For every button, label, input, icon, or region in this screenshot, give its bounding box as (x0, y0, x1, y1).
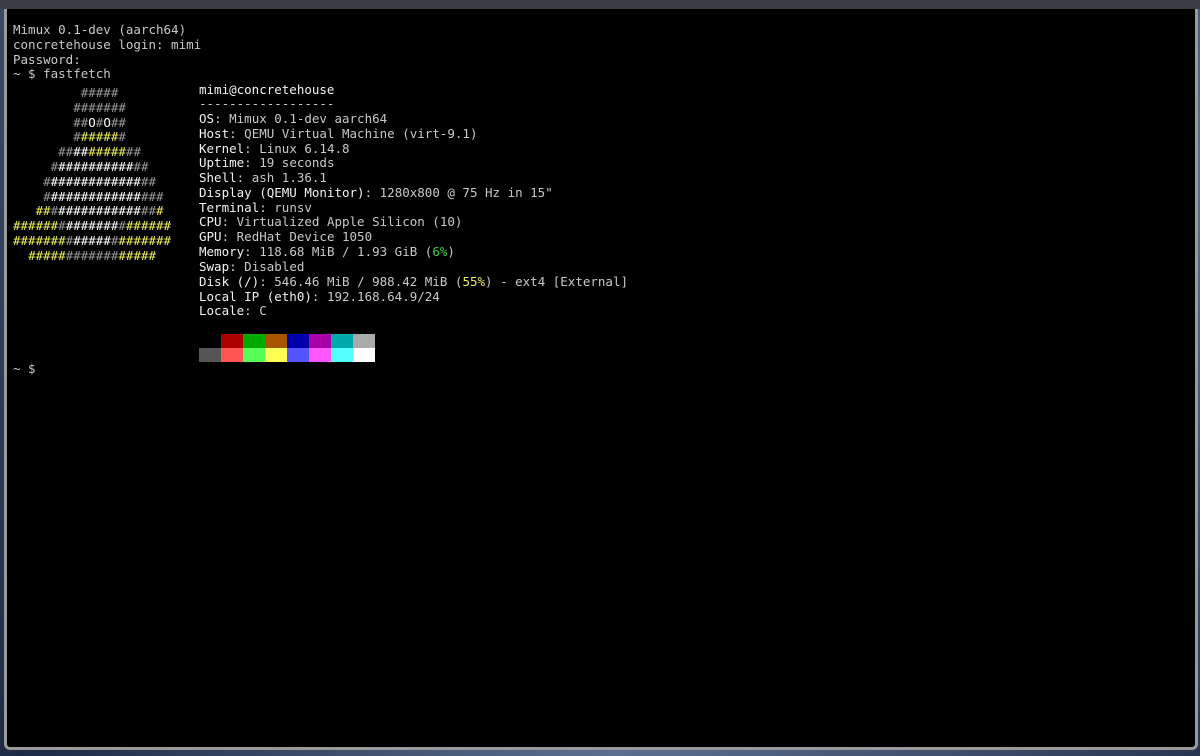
shell-prompt[interactable]: ~ $ (13, 361, 36, 377)
info-row: CPU: Virtualized Apple Silicon (10) (199, 214, 463, 230)
palette-swatch (331, 348, 353, 362)
palette-swatch (309, 334, 331, 348)
distro-logo-ascii: ##### ####### ##O#O## ####### ##########… (13, 85, 172, 263)
info-row: Uptime: 19 seconds (199, 155, 335, 171)
info-key: Display (QEMU Monitor) (199, 184, 365, 200)
color-palette (199, 334, 375, 362)
memory-key: Memory (199, 244, 245, 259)
palette-swatch (287, 348, 309, 362)
info-key: CPU (199, 214, 222, 230)
info-value: runsv (274, 199, 312, 215)
memory-percent: 6% (432, 244, 448, 259)
swap-key: Swap (199, 259, 230, 274)
info-key: GPU (199, 229, 222, 244)
terminal-window[interactable]: Mimux 0.1-dev (aarch64) concretehouse lo… (4, 9, 1198, 750)
palette-row-normal (199, 334, 375, 348)
info-key: Terminal (199, 199, 260, 215)
info-row: Display (QEMU Monitor): 1280x800 @ 75 Hz… (199, 184, 553, 200)
prompt-command: ~ $ fastfetch (13, 66, 111, 81)
memory-row: Memory: 118.68 MiB / 1.93 GiB (6%) (199, 244, 455, 259)
info-value: 1280x800 @ 75 Hz in 15" (379, 184, 553, 200)
info-value: RedHat Device 1050 (236, 229, 373, 244)
info-row: GPU: RedHat Device 1050 (199, 229, 373, 244)
disk-percent: 55% (462, 274, 486, 289)
palette-row-bright (199, 348, 375, 362)
palette-swatch (331, 334, 353, 348)
info-value: Virtualized Apple Silicon (10) (236, 214, 463, 230)
info-row: OS: Mimux 0.1-dev aarch64 (199, 111, 388, 126)
local-ip-value: 192.168.64.9/24 (326, 289, 440, 304)
disk-value-post: ) - ext4 [External] (485, 274, 629, 289)
info-value: 19 seconds (259, 155, 335, 171)
palette-swatch (199, 334, 221, 348)
swap-row: Swap: Disabled (199, 259, 305, 274)
locale-row: Locale: C (199, 303, 267, 318)
disk-value-pre: 546.46 MiB / 988.42 MiB ( (274, 274, 463, 289)
palette-swatch (353, 334, 375, 348)
palette-swatch (265, 348, 287, 362)
memory-value-post: ) (447, 244, 455, 259)
local-ip-key: Local IP (eth0) (199, 289, 312, 304)
info-row: Host: QEMU Virtual Machine (virt-9.1) (199, 125, 478, 141)
info-key: Host (199, 125, 230, 141)
info-value: Mimux 0.1-dev aarch64 (229, 111, 388, 126)
info-key: Kernel (199, 140, 245, 156)
boot-line-os: Mimux 0.1-dev (aarch64) (13, 22, 187, 37)
disk-row: Disk (/): 546.46 MiB / 988.42 MiB (55%) … (199, 274, 629, 289)
palette-swatch (243, 334, 265, 348)
info-key: Uptime (199, 155, 245, 171)
locale-key: Locale (199, 303, 245, 318)
palette-swatch (287, 334, 309, 348)
separator-line: ------------------ (199, 96, 335, 111)
window-top-bar (0, 0, 1200, 9)
palette-swatch (199, 348, 221, 362)
palette-swatch (309, 348, 331, 362)
palette-swatch (221, 348, 243, 362)
memory-value-pre: 118.68 MiB / 1.93 GiB ( (259, 244, 433, 259)
info-key: Shell (199, 170, 237, 185)
info-value: ash 1.36.1 (251, 170, 327, 185)
info-value: Linux 6.14.8 (259, 140, 350, 156)
info-value: QEMU Virtual Machine (virt-9.1) (244, 125, 478, 141)
login-line: concretehouse login: mimi (13, 37, 202, 52)
swap-value: Disabled (244, 259, 305, 274)
palette-swatch (221, 334, 243, 348)
palette-swatch (353, 348, 375, 362)
info-row: Terminal: runsv (199, 199, 312, 215)
disk-key: Disk (/) (199, 274, 260, 289)
info-row: Kernel: Linux 6.14.8 (199, 140, 350, 156)
palette-swatch (243, 348, 265, 362)
locale-value: C (259, 303, 267, 318)
info-key: OS (199, 111, 215, 126)
info-row: Shell: ash 1.36.1 (199, 170, 327, 185)
palette-swatch (265, 334, 287, 348)
